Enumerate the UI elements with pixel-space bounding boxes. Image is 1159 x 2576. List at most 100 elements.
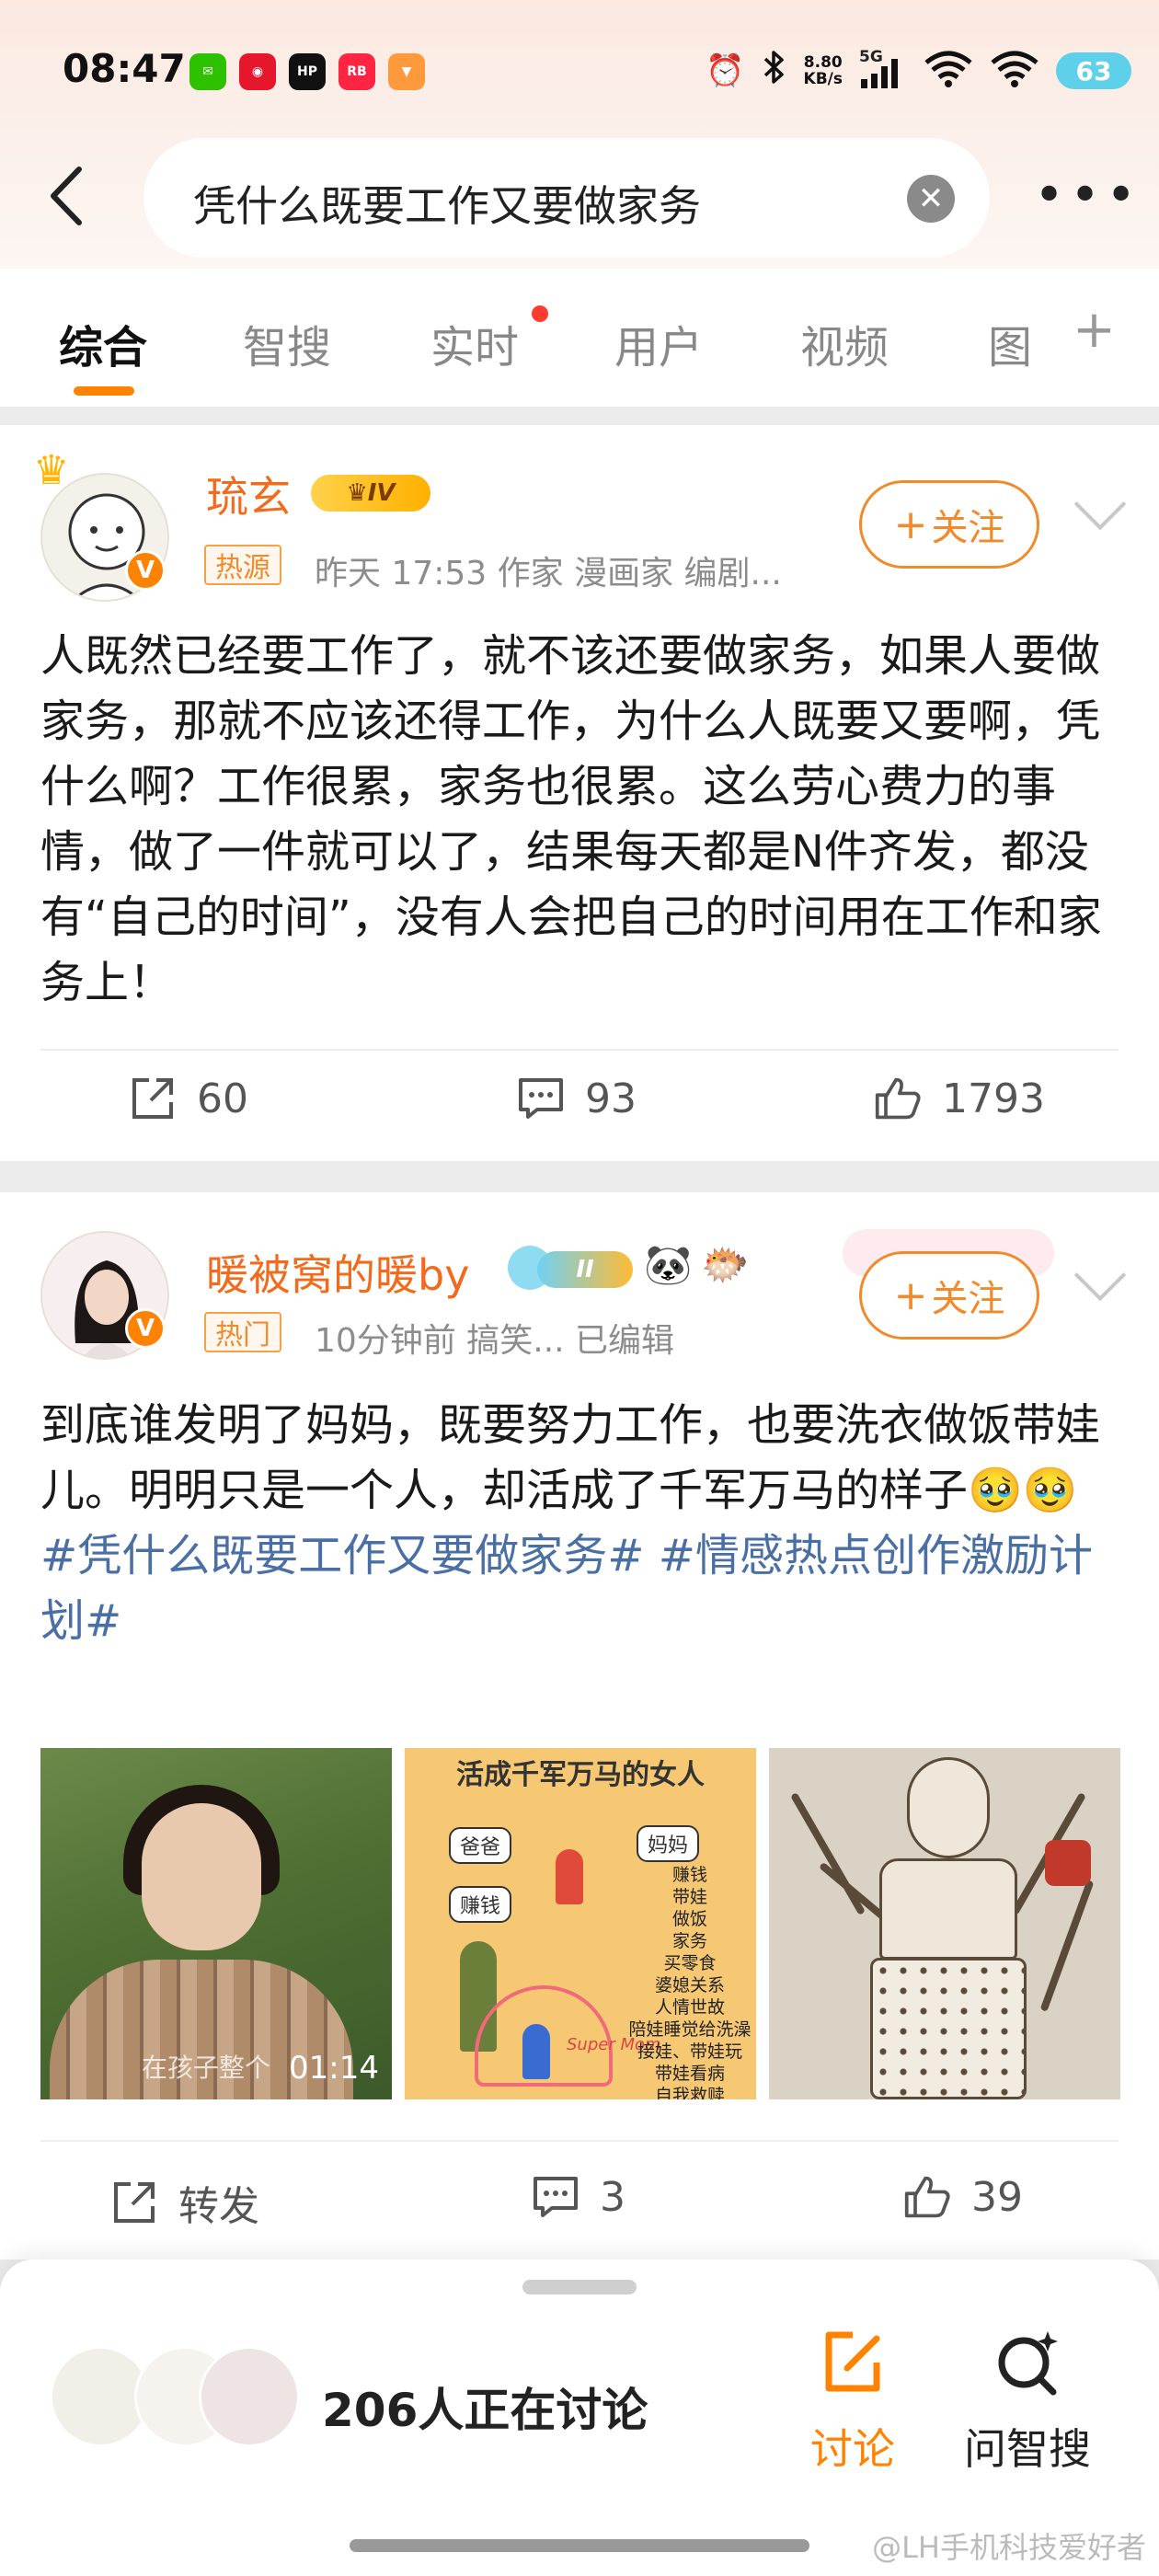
clear-search-button[interactable]: ✕ — [907, 175, 955, 223]
back-button[interactable] — [44, 164, 99, 237]
chevron-down-icon[interactable] — [1073, 477, 1127, 531]
tab-images[interactable]: 图 — [988, 311, 1036, 375]
search-bar[interactable]: 凭什么既要工作又要做家务 ✕ — [143, 138, 990, 258]
image-title: 活成千军万马的女人 — [456, 1759, 705, 1791]
follow-button[interactable]: + 关注 — [859, 480, 1039, 569]
author-name[interactable]: 琉玄 — [206, 464, 291, 524]
user-level-badge: ♛ IV — [311, 475, 430, 512]
task-item: 带娃看病 — [654, 2064, 725, 2084]
bluetooth-icon — [762, 50, 787, 93]
search-input[interactable]: 凭什么既要工作又要做家务 — [193, 173, 701, 234]
money-label: 赚钱 — [449, 1886, 512, 1923]
cellular-signal-icon: 5G — [859, 48, 907, 90]
more-options-button[interactable]: ••• — [1034, 166, 1142, 225]
follow-button[interactable]: + 关注 — [859, 1251, 1039, 1340]
participant-avatar — [199, 2346, 300, 2447]
chevron-left-icon — [51, 167, 82, 225]
mom-label: 妈妈 — [637, 1825, 700, 1862]
repost-button[interactable]: 转发 — [110, 2173, 259, 2232]
home-indicator[interactable] — [350, 2539, 809, 2552]
task-item: 做饭 — [671, 1909, 707, 1929]
dad-label: 爸爸 — [449, 1827, 512, 1864]
plus-icon: + — [893, 1271, 928, 1319]
tab-videos[interactable]: 视频 — [800, 311, 889, 375]
status-bar: 08:47 ✉ ◉ HP RB ▼ ⏰ 8.80 KB/s 5G 63 — [0, 0, 1159, 138]
illustration-image[interactable] — [769, 1748, 1120, 2099]
infographic-image[interactable]: 活成千军万马的女人 爸爸 妈妈 赚钱 Super Mom 赚钱 带娃 做饭 家务 买零食… — [405, 1748, 756, 2099]
divider — [40, 2140, 1119, 2142]
task-item: 买零食 — [663, 1953, 717, 1973]
hot-tag: 热门 — [204, 1312, 281, 1352]
task-item: 家务 — [671, 1931, 707, 1951]
panda-icon: 🐼 — [644, 1242, 693, 1287]
share-icon — [129, 1075, 177, 1122]
post-card: ♛ V 琉玄 ♛ IV 热源 昨天 17:53 作家 漫画家 编剧... + 关注… — [0, 425, 1159, 1161]
realtime-notification-dot — [532, 305, 548, 322]
thumbs-up-icon — [874, 1075, 922, 1122]
repost-button[interactable]: 60 — [129, 1075, 248, 1122]
superwoman-figure — [522, 2024, 550, 2079]
hot-source-tag: 热源 — [204, 545, 281, 585]
top-header: 08:47 ✉ ◉ HP RB ▼ ⏰ 8.80 KB/s 5G 63 凭什么既… — [0, 0, 1159, 269]
discuss-button[interactable]: 讨论 — [784, 2326, 922, 2477]
video-caption: 在孩子整个 — [142, 2053, 271, 2083]
mom-figure — [556, 1849, 583, 1904]
comment-button[interactable]: 93 — [517, 1075, 637, 1122]
post-meta: 10分钟前 搞笑... 已编辑 — [315, 1322, 675, 1360]
comment-icon — [517, 1075, 565, 1122]
battery-indicator: 63 — [1056, 52, 1131, 89]
tab-realtime[interactable]: 实时 — [430, 311, 519, 375]
hashtag-link[interactable]: #凭什么既要工作又要做家务# — [40, 1530, 644, 1581]
video-thumbnail[interactable]: 在孩子整个 01:14 — [40, 1748, 392, 2099]
divider — [40, 1049, 1119, 1051]
edit-icon — [816, 2326, 889, 2399]
task-item: 接娃、带娃玩 — [637, 2041, 742, 2062]
task-item: 人情世故 — [654, 1997, 725, 2018]
post-text: 到底谁发明了妈妈，既要努力工作，也要洗衣做饭带娃儿。明明只是一个人，却活成了千军… — [40, 1399, 1101, 1647]
post-meta: 昨天 17:53 作家 漫画家 编剧... — [315, 555, 782, 592]
crown-icon: ♛ — [33, 447, 70, 494]
chevron-down-icon[interactable] — [1073, 1248, 1127, 1302]
share-icon — [110, 2179, 158, 2226]
close-icon: ✕ — [917, 180, 945, 217]
post-text: 人既然已经要工作了，就不该还要做家务，如果人要做家务，那就不应该还得工作，为什么… — [40, 630, 1102, 1008]
task-item: 赚钱 — [671, 1865, 707, 1885]
task-item: 陪娃睡觉给洗澡 — [628, 2019, 752, 2040]
ask-ai-search-button[interactable]: 问智搜 — [958, 2326, 1096, 2477]
search-tabs: 综合 智搜 实时 用户 视频 图 — [0, 269, 1159, 407]
xiaohongshu-icon: RB — [339, 53, 375, 90]
active-tab-indicator — [74, 386, 134, 396]
thumbs-up-icon — [903, 2173, 951, 2221]
tab-comprehensive[interactable]: 综合 — [59, 311, 147, 375]
verified-badge-icon: V — [125, 550, 166, 591]
user-level-badge: II — [537, 1251, 633, 1288]
comment-button[interactable]: 3 — [532, 2173, 625, 2221]
like-button[interactable]: 1793 — [874, 1075, 1045, 1122]
emoji: 🥹🥹 — [968, 1465, 1078, 1516]
network-speed: 8.80 KB/s — [803, 53, 843, 88]
heart-sticker-icon — [1045, 1840, 1091, 1886]
watermark: @LH手机科技爱好者 — [872, 2530, 1146, 2565]
task-item: 婆媳关系 — [654, 1975, 725, 1995]
wifi-icon — [924, 50, 973, 92]
weibo-icon: ◉ — [239, 53, 276, 90]
task-item: 带娃 — [671, 1887, 707, 1907]
wifi-2-icon — [990, 50, 1039, 92]
comment-icon — [532, 2173, 580, 2221]
plus-icon: + — [893, 500, 928, 548]
wechat-icon: ✉ — [189, 53, 226, 90]
ai-search-icon — [991, 2326, 1064, 2399]
orange-app-icon: ▼ — [388, 53, 425, 90]
like-button[interactable]: 39 — [903, 2173, 1023, 2221]
tab-ai-search[interactable]: 智搜 — [243, 311, 331, 375]
discussion-count: 206人正在讨论 — [322, 2384, 648, 2437]
goldfish-icon: 🐡 — [701, 1242, 750, 1287]
add-tab-button[interactable]: + — [1073, 300, 1116, 360]
task-item: 自我救赎 — [654, 2086, 725, 2099]
author-name[interactable]: 暖被窝的暖by — [206, 1242, 469, 1303]
post-card: V 暖被窝的暖by II 🐼 🐡 热门 10分钟前 搞笑... 已编辑 + 关注 … — [0, 1192, 1159, 2260]
sheet-drag-handle[interactable] — [522, 2280, 637, 2294]
tab-users[interactable]: 用户 — [614, 311, 703, 375]
alarm-icon: ⏰ — [706, 52, 745, 89]
verified-badge-icon: V — [125, 1308, 166, 1349]
